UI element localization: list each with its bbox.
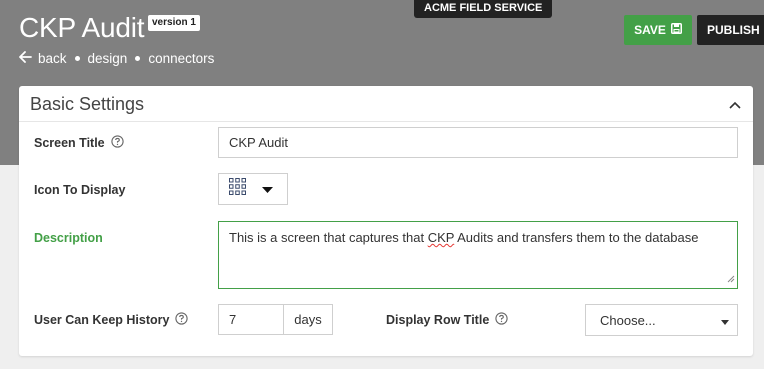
version-badge: version 1 (148, 15, 200, 31)
floppy-disk-icon (670, 23, 682, 37)
user-can-keep-history-label-text: User Can Keep History (34, 313, 170, 327)
caret-down-icon (721, 313, 729, 328)
breadcrumb-design[interactable]: design (88, 51, 128, 66)
description-spellcheck-word: CKP (427, 230, 455, 245)
company-pill: ACME FIELD SERVICE (414, 0, 553, 18)
history-days-unit: days (284, 304, 333, 335)
caret-down-icon (262, 180, 273, 198)
page-title: CKP Audit (19, 12, 145, 43)
description-text-pre: This is a screen that captures that (229, 230, 428, 245)
history-days-input[interactable]: 7 (218, 304, 284, 335)
icon-to-display-label: Icon To Display (34, 183, 126, 197)
icon-select[interactable] (218, 173, 288, 205)
publish-button[interactable]: PUBLISH (697, 15, 764, 45)
publish-label: PUBLISH (707, 23, 760, 37)
save-label: SAVE (634, 23, 666, 37)
card-title: Basic Settings (30, 94, 145, 114)
grid-icon (229, 178, 246, 200)
help-circle-icon[interactable] (495, 312, 508, 328)
card-divider (19, 121, 753, 122)
help-circle-icon[interactable] (175, 312, 189, 328)
arrow-left-icon (19, 51, 32, 66)
breadcrumb-separator (74, 56, 80, 61)
screen-title-label: Screen Title (34, 134, 124, 152)
chevron-up-icon[interactable] (729, 96, 741, 114)
display-row-title-selected: Choose... (600, 312, 656, 328)
description-textarea[interactable]: This is a screen that captures that CKP … (218, 221, 738, 289)
description-label: Description (34, 231, 103, 245)
save-button[interactable]: SAVE (624, 15, 692, 45)
resize-grip-icon[interactable] (727, 271, 735, 286)
description-text-post: Audits and transfers them to the databas… (454, 230, 699, 245)
display-row-title-label-text: Display Row Title (386, 313, 490, 327)
breadcrumb-separator (135, 56, 141, 61)
breadcrumb-back[interactable]: back (19, 51, 67, 66)
display-row-title-label: Display Row Title (386, 311, 508, 329)
breadcrumb-back-label: back (38, 51, 67, 66)
user-can-keep-history-label: User Can Keep History (34, 311, 189, 329)
screen-title-label-text: Screen Title (34, 136, 105, 150)
display-row-title-select[interactable]: Choose... (585, 304, 738, 336)
history-days-group: 7 days (218, 304, 333, 335)
breadcrumb-connectors[interactable]: connectors (148, 51, 214, 66)
help-circle-icon[interactable] (110, 135, 124, 151)
breadcrumb: back design connectors (19, 51, 214, 66)
screen-title-input[interactable]: CKP Audit (218, 127, 738, 158)
